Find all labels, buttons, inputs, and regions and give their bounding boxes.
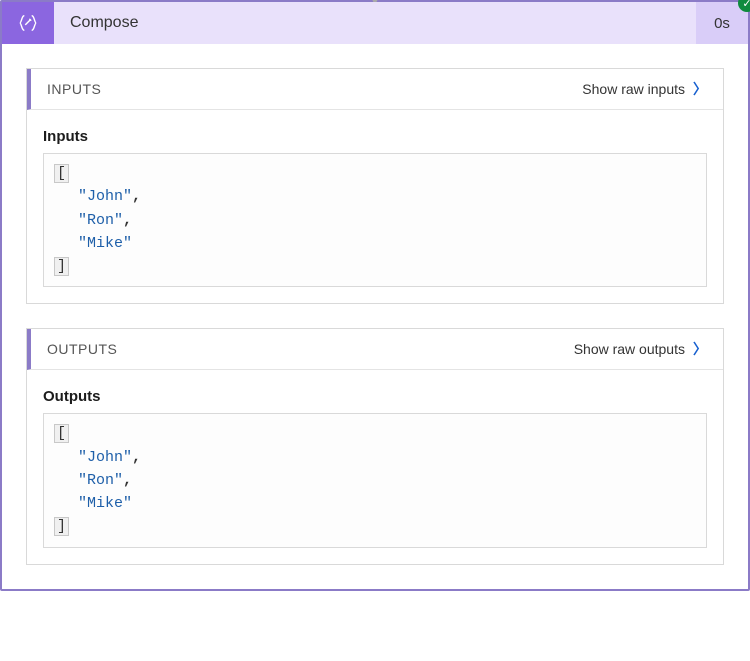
compose-icon (2, 2, 54, 44)
card-body: INPUTS Show raw inputs 〉 Inputs [ "John"… (2, 44, 748, 589)
show-raw-inputs-label: Show raw inputs (582, 81, 685, 97)
inputs-code-box: [ "John", "Ron", "Mike" ] (43, 153, 707, 287)
inputs-field-label: Inputs (43, 128, 707, 145)
inputs-section-title: INPUTS (47, 81, 101, 97)
show-raw-inputs-link[interactable]: Show raw inputs 〉 (582, 79, 707, 99)
card-title: Compose (54, 2, 696, 44)
outputs-value: "John" (78, 449, 132, 466)
outputs-value: "Ron" (78, 472, 123, 489)
outputs-section-header: OUTPUTS Show raw outputs 〉 (27, 329, 723, 370)
outputs-section-title: OUTPUTS (47, 341, 117, 357)
outputs-section-body: Outputs [ "John", "Ron", "Mike" ] (27, 370, 723, 563)
inputs-section: INPUTS Show raw inputs 〉 Inputs [ "John"… (26, 68, 724, 304)
outputs-section: OUTPUTS Show raw outputs 〉 Outputs [ "Jo… (26, 328, 724, 564)
show-raw-outputs-label: Show raw outputs (574, 341, 685, 357)
outputs-field-label: Outputs (43, 388, 707, 405)
inputs-value: "John" (78, 188, 132, 205)
show-raw-outputs-link[interactable]: Show raw outputs 〉 (574, 339, 707, 359)
compose-card: ▼ Compose 0s ✓ INPUTS Show raw inputs 〉 (0, 0, 750, 591)
chevron-right-icon: 〉 (693, 79, 707, 99)
inputs-section-body: Inputs [ "John", "Ron", "Mike" ] (27, 110, 723, 303)
card-header[interactable]: Compose 0s ✓ (2, 2, 748, 44)
inputs-value: "Ron" (78, 212, 123, 229)
chevron-right-icon: 〉 (693, 339, 707, 359)
inputs-section-header: INPUTS Show raw inputs 〉 (27, 69, 723, 110)
inputs-value: "Mike" (78, 235, 132, 252)
outputs-code-box: [ "John", "Ron", "Mike" ] (43, 413, 707, 547)
outputs-value: "Mike" (78, 495, 132, 512)
